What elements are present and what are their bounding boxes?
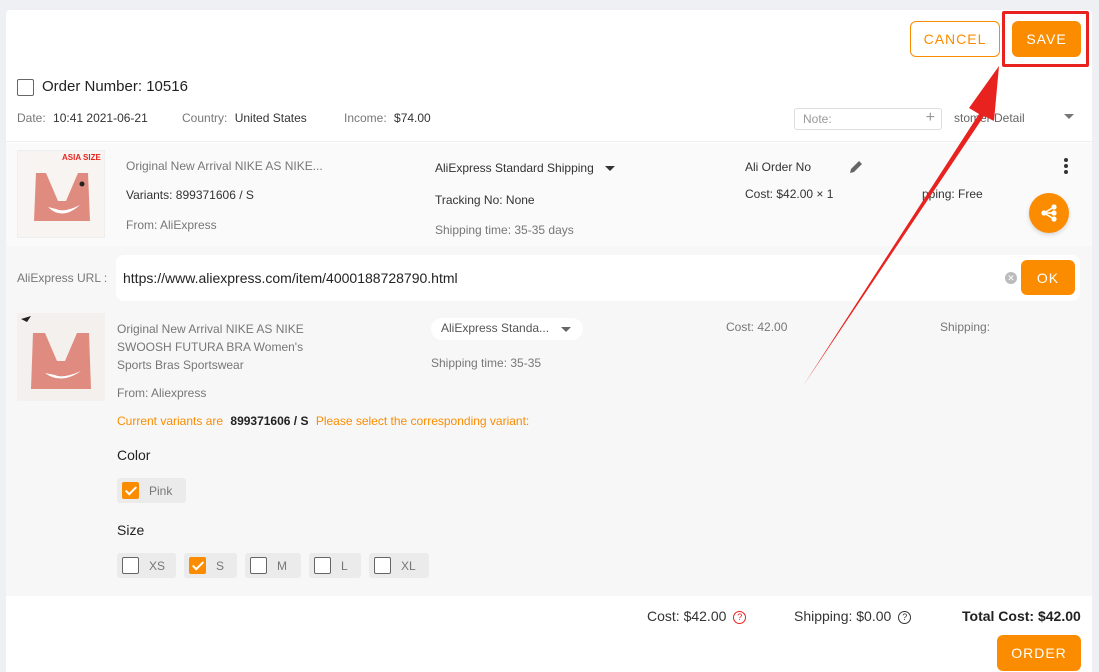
checkbox-icon[interactable] [374,557,391,574]
color-heading: Color [117,447,151,463]
size-option-xl[interactable]: XL [369,553,429,578]
footer-total-cost: Total Cost: $42.00 [962,608,1081,624]
variant-hint-suffix: Please select the corresponding variant: [315,414,530,428]
size-option-label: L [341,558,348,573]
footer-shipping: Shipping: $0.00 ? [794,608,912,624]
size-option-label: M [277,558,287,573]
help-circle-icon[interactable]: ? [898,610,912,624]
color-option-pink[interactable]: Pink [117,478,186,503]
variant-hint: Current variants are 899371606 / S Pleas… [117,414,529,428]
size-option-label: XS [149,558,166,573]
checkbox-icon[interactable] [314,557,331,574]
size-option-m[interactable]: M [245,553,301,578]
footer-shipping-value: Shipping: $0.00 [794,608,892,624]
variant-hint-prefix: Current variants are [117,414,224,428]
current-variant-value: 899371606 / S [230,414,309,428]
annotation-arrow-icon [803,66,999,386]
size-option-l[interactable]: L [309,553,361,578]
size-option-label: S [216,558,225,573]
order-button[interactable]: ORDER [997,635,1081,671]
checkbox-checked-icon[interactable] [122,482,139,499]
size-heading: Size [117,522,145,538]
checkbox-icon[interactable] [122,557,139,574]
order-panel: CANCEL SAVE Order Number: 10516 Date: 10… [6,10,1092,672]
size-option-label: XL [401,558,416,573]
checkbox-checked-icon[interactable] [189,557,206,574]
color-option-label: Pink [149,483,173,498]
checkbox-icon[interactable] [250,557,267,574]
size-option-xs[interactable]: XS [117,553,176,578]
footer-cost-value: Cost: $42.00 [647,608,727,624]
size-option-s[interactable]: S [184,553,237,578]
help-circle-icon[interactable]: ? [733,610,747,624]
footer-cost: Cost: $42.00 ? [647,608,747,624]
